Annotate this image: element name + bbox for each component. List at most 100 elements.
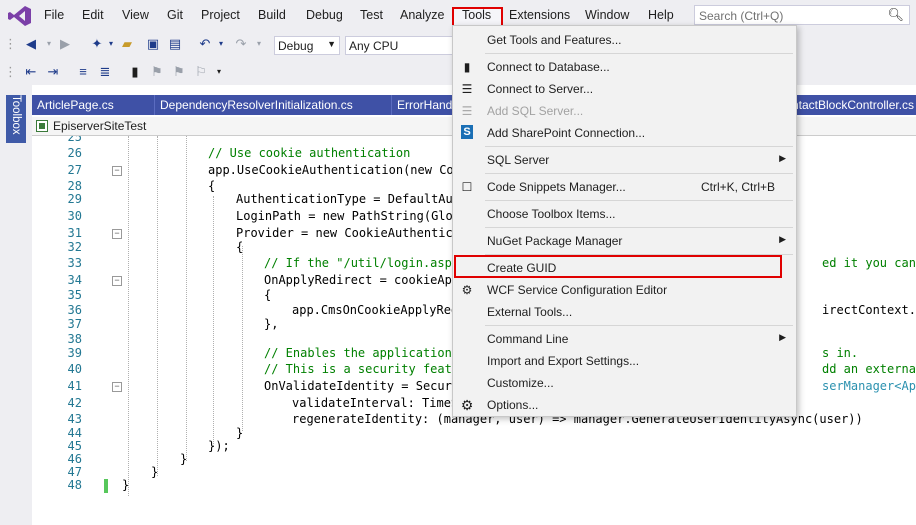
next-bookmark-icon[interactable]: ⚑ — [170, 63, 188, 81]
bookmark-icon[interactable]: ▮ — [126, 63, 144, 81]
solution-config-select[interactable]: Debug ▼ — [274, 36, 340, 55]
uncomment-icon[interactable]: ≣ — [96, 63, 114, 81]
sql-server-icon: ☰ — [461, 104, 473, 118]
submenu-arrow-icon: ▶ — [779, 234, 786, 244]
code-line-tail: serManager<Applic — [822, 379, 916, 393]
solution-platform-select[interactable]: Any CPU — [345, 36, 453, 55]
outdent-icon[interactable]: ⇤ — [22, 63, 40, 81]
submenu-arrow-icon: ▶ — [779, 153, 786, 163]
menu-item-add-sql-server[interactable]: ☰ Add SQL Server... — [453, 100, 796, 122]
tab-articlepage[interactable]: ArticlePage.cs — [32, 95, 155, 115]
menu-separator — [485, 53, 793, 54]
line-number: 33 — [67, 256, 82, 270]
menu-item-command-line[interactable]: Command Line ▶ — [453, 328, 796, 350]
undo-dropdown-icon[interactable]: ▾ — [212, 35, 230, 53]
menu-view[interactable]: View — [122, 8, 149, 22]
indent-guide — [242, 246, 243, 431]
solution-config-value: Debug — [278, 39, 314, 53]
code-line-tail: s in. — [822, 346, 859, 360]
open-folder-icon[interactable]: ▰ — [118, 35, 136, 53]
redo-dropdown-icon[interactable]: ▾ — [250, 35, 268, 53]
csharp-project-icon — [36, 120, 48, 132]
code-line: } — [122, 478, 130, 492]
menu-item-add-sharepoint[interactable]: S Add SharePoint Connection... — [453, 122, 796, 144]
menu-item-nuget[interactable]: NuGet Package Manager ▶ — [453, 230, 796, 252]
project-name[interactable]: EpiserverSiteTest — [53, 119, 146, 133]
back-icon[interactable]: ◀ — [22, 35, 40, 53]
menu-item-import-export[interactable]: Import and Export Settings... — [453, 350, 796, 372]
code-line: // This is a security featu — [264, 362, 460, 376]
line-number: 37 — [67, 317, 82, 331]
search-placeholder: Search (Ctrl+Q) — [699, 9, 784, 23]
menu-item-label: Import and Export Settings... — [487, 354, 640, 368]
tab-errorhandler[interactable]: ErrorHand — [392, 95, 454, 115]
search-box[interactable]: Search (Ctrl+Q) 🔍︎ — [694, 5, 910, 25]
menu-item-connect-database[interactable]: ▮ Connect to Database... — [453, 56, 796, 78]
menu-item-code-snippets[interactable]: ☐ Code Snippets Manager... Ctrl+K, Ctrl+… — [453, 176, 796, 198]
menu-test[interactable]: Test — [360, 8, 383, 22]
menu-item-customize[interactable]: Customize... — [453, 372, 796, 394]
tab-dependencyresolver[interactable]: DependencyResolverInitialization.cs — [155, 95, 392, 115]
menu-item-label: Customize... — [487, 376, 554, 390]
save-icon[interactable]: ▣ — [144, 35, 162, 53]
menu-item-label: SQL Server — [487, 153, 550, 167]
menu-separator — [485, 227, 793, 228]
code-line-tail: dd an external lo — [822, 362, 916, 376]
collapse-icon[interactable]: − — [112, 276, 122, 286]
menu-edit[interactable]: Edit — [82, 8, 104, 22]
change-marker — [104, 479, 108, 493]
menu-build[interactable]: Build — [258, 8, 286, 22]
menu-item-get-tools[interactable]: Get Tools and Features... — [453, 29, 796, 51]
menu-debug[interactable]: Debug — [306, 8, 343, 22]
menu-analyze[interactable]: Analyze — [400, 8, 444, 22]
code-line: OnApplyRedirect = cookieApp — [264, 273, 460, 287]
code-line: LoginPath = new PathString(Glob — [236, 209, 460, 223]
sharepoint-icon: S — [461, 125, 473, 139]
visual-studio-logo-icon[interactable] — [8, 5, 32, 27]
code-line: // Use cookie authentication — [208, 146, 411, 160]
indent-guide — [128, 136, 129, 496]
redo-icon[interactable]: ↷ — [232, 35, 250, 53]
code-line: app.UseCookieAuthentication(new Coo — [208, 163, 461, 177]
tab-contactblockcontroller[interactable]: ntactBlockController.cs — [787, 95, 916, 115]
menu-extensions[interactable]: Extensions — [509, 8, 570, 22]
code-line: { — [236, 240, 244, 254]
menu-project[interactable]: Project — [201, 8, 240, 22]
clear-bookmarks-icon[interactable]: ⚐ — [192, 63, 210, 81]
code-line: }); — [208, 439, 230, 453]
menu-git[interactable]: Git — [167, 8, 183, 22]
menu-window[interactable]: Window — [585, 8, 629, 22]
wcf-gear-icon: ⚙ — [461, 283, 473, 297]
collapse-icon[interactable]: − — [112, 166, 122, 176]
toolbar-overflow-icon[interactable]: ▾ — [210, 63, 228, 81]
server-icon: ☰ — [461, 82, 473, 96]
menu-item-label: Connect to Database... — [487, 60, 610, 74]
collapse-icon[interactable]: − — [112, 229, 122, 239]
menu-item-external-tools[interactable]: External Tools... — [453, 301, 796, 323]
menu-item-options[interactable]: ⚙ Options... — [453, 394, 796, 416]
toolbar-grip-icon[interactable]: ⋮ — [4, 35, 17, 53]
line-number: 36 — [67, 303, 82, 317]
menu-item-toolbox-items[interactable]: Choose Toolbox Items... — [453, 203, 796, 225]
search-icon[interactable]: 🔍︎ — [887, 7, 904, 23]
toolbar-grip-icon[interactable]: ⋮ — [4, 63, 17, 81]
menu-tools[interactable]: Tools — [462, 8, 491, 22]
prev-bookmark-icon[interactable]: ⚑ — [148, 63, 166, 81]
line-number: 32 — [67, 240, 82, 254]
menu-help[interactable]: Help — [648, 8, 674, 22]
forward-icon[interactable]: ▶ — [56, 35, 74, 53]
indent-icon[interactable]: ⇥ — [44, 63, 62, 81]
indent-guide — [213, 196, 214, 446]
code-line: validateInterval: TimeS — [292, 396, 459, 410]
menu-separator — [485, 325, 793, 326]
line-number: 43 — [67, 412, 82, 426]
menu-item-wcf[interactable]: ⚙ WCF Service Configuration Editor — [453, 279, 796, 301]
menu-item-connect-server[interactable]: ☰ Connect to Server... — [453, 78, 796, 100]
comment-icon[interactable]: ≡ — [74, 63, 92, 81]
menu-file[interactable]: File — [44, 8, 64, 22]
menu-item-sql-server[interactable]: SQL Server ▶ — [453, 149, 796, 171]
menu-item-label: Command Line — [487, 332, 569, 346]
collapse-icon[interactable]: − — [112, 382, 122, 392]
gear-icon: ⚙ — [460, 397, 474, 413]
save-all-icon[interactable]: ▤ — [166, 35, 184, 53]
